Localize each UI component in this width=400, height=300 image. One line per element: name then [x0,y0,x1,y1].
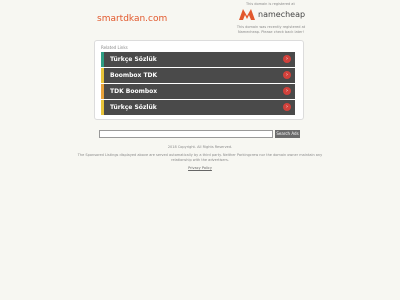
domain-title[interactable]: smartdkan.com [97,14,167,24]
arrow-right-icon: › [283,87,291,95]
related-link-1[interactable]: Türkçe Sözlük › [101,52,295,67]
related-link-3[interactable]: TDK Boombox › [101,84,295,99]
registrar-sub: This domain was recently registered at N… [236,25,306,34]
registrar-name: namecheap [258,10,306,19]
related-links-panel: Related Links Türkçe Sözlük › Boombox TD… [94,40,304,120]
link-accent-bar [101,84,104,99]
header: smartdkan.com This domain is registered … [0,0,400,40]
related-link-label: Türkçe Sözlük [110,104,157,111]
disclaimer-text: The Sponsored Listings displayed above a… [77,153,323,162]
privacy-policy-link[interactable]: Privacy Policy [0,166,400,170]
link-accent-bar [101,100,104,115]
related-link-4[interactable]: Türkçe Sözlük › [101,100,295,115]
related-links-label: Related Links [101,45,128,50]
arrow-right-icon: › [283,55,291,63]
registrar-logo[interactable]: namecheap [238,8,306,22]
search-ads-button[interactable]: Search Ads [275,130,300,138]
related-link-label: Türkçe Sözlük [110,56,157,63]
registrar-note: This domain is registered at [246,2,295,6]
link-accent-bar [101,68,104,83]
link-accent-bar [101,52,104,67]
related-link-2[interactable]: Boombox TDK › [101,68,295,83]
related-links-list: Türkçe Sözlük › Boombox TDK › TDK Boombo… [101,52,295,116]
search-row: Search Ads [99,130,300,138]
arrow-right-icon: › [283,71,291,79]
namecheap-logo-icon [239,9,255,20]
search-input[interactable] [99,130,273,138]
arrow-right-icon: › [283,103,291,111]
related-link-label: Boombox TDK [110,72,158,79]
copyright-text: 2018 Copyright. All Rights Reserved. [167,145,233,149]
related-link-label: TDK Boombox [110,88,158,95]
